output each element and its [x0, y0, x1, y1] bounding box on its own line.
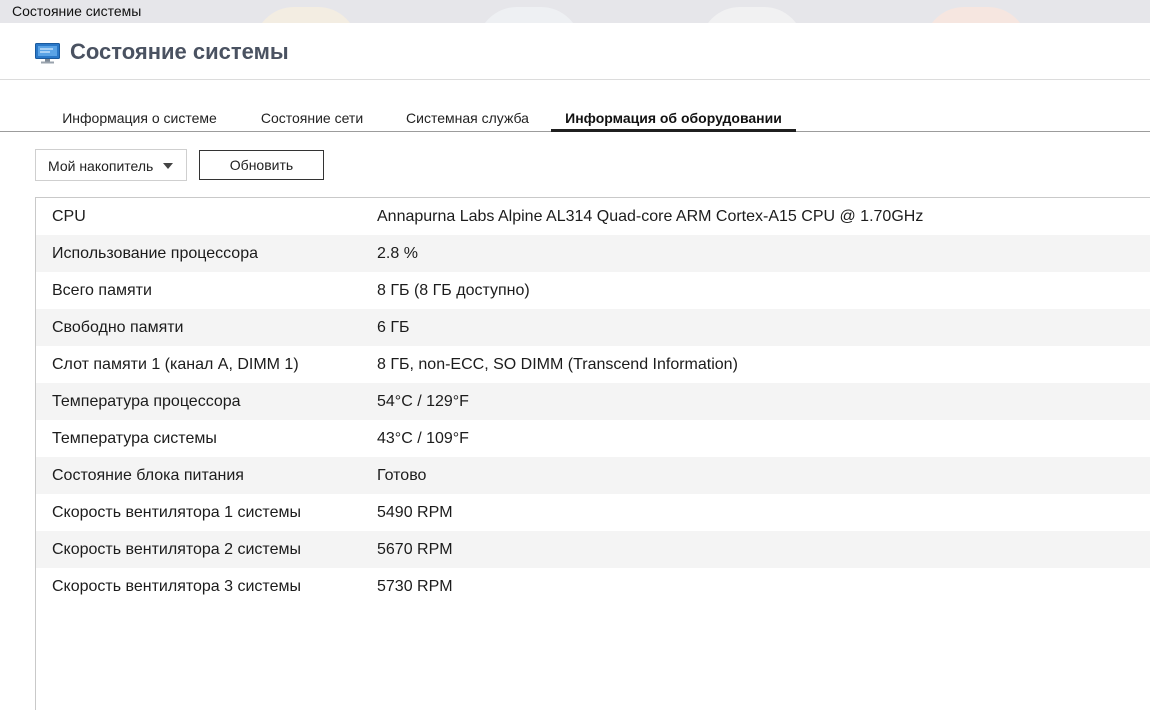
- window-titlebar: Состояние системы: [0, 0, 1150, 23]
- monitor-icon: [35, 43, 60, 64]
- row-value: 2.8 %: [377, 245, 418, 262]
- hardware-info-table: CPU Annapurna Labs Alpine AL314 Quad-cor…: [35, 197, 1150, 710]
- row-label: Скорость вентилятора 1 системы: [52, 504, 301, 521]
- row-value: 43°C / 109°F: [377, 430, 469, 447]
- dock-app-shape: [477, 7, 581, 23]
- window-title: Состояние системы: [12, 3, 142, 19]
- row-label: Скорость вентилятора 3 системы: [52, 578, 301, 595]
- table-row: Состояние блока питания Готово: [36, 457, 1150, 494]
- row-value: Annapurna Labs Alpine AL314 Quad-core AR…: [377, 208, 924, 225]
- row-label: Свободно памяти: [52, 319, 184, 336]
- refresh-button[interactable]: Обновить: [199, 150, 324, 180]
- table-row: Использование процессора 2.8 %: [36, 235, 1150, 272]
- tab-bar: Информация о системе Состояние сети Сист…: [0, 80, 1150, 132]
- row-label: Слот памяти 1 (канал A, DIMM 1): [52, 356, 299, 373]
- row-value: 5730 RPM: [377, 578, 453, 595]
- dock-app-shape: [700, 7, 804, 23]
- row-label: Состояние блока питания: [52, 467, 244, 484]
- row-label: Температура системы: [52, 430, 217, 447]
- row-label: Всего памяти: [52, 282, 152, 299]
- row-value: 5670 RPM: [377, 541, 453, 558]
- row-label: Температура процессора: [52, 393, 241, 410]
- table-row: Скорость вентилятора 3 системы 5730 RPM: [36, 568, 1150, 605]
- device-select[interactable]: Мой накопитель: [35, 149, 187, 181]
- tab-hardware-info[interactable]: Информация об оборудовании: [551, 110, 796, 132]
- row-value: 5490 RPM: [377, 504, 453, 521]
- page-title: Состояние системы: [70, 39, 289, 64]
- table-row: Слот памяти 1 (канал A, DIMM 1) 8 ГБ, no…: [36, 346, 1150, 383]
- tab-network-status[interactable]: Состояние сети: [250, 110, 374, 132]
- row-label: CPU: [52, 208, 86, 225]
- chevron-down-icon: [163, 163, 173, 169]
- dock-app-shape: [254, 7, 358, 23]
- row-value: 54°C / 129°F: [377, 393, 469, 410]
- table-row: Всего памяти 8 ГБ (8 ГБ доступно): [36, 272, 1150, 309]
- row-value: 6 ГБ: [377, 319, 410, 336]
- table-row: Температура процессора 54°C / 129°F: [36, 383, 1150, 420]
- device-select-value: Мой накопитель: [48, 158, 154, 174]
- row-value: 8 ГБ, non-ECC, SO DIMM (Transcend Inform…: [377, 356, 738, 373]
- table-row: CPU Annapurna Labs Alpine AL314 Quad-cor…: [36, 198, 1150, 235]
- table-row: Скорость вентилятора 2 системы 5670 RPM: [36, 531, 1150, 568]
- tab-system-info[interactable]: Информация о системе: [53, 110, 226, 132]
- table-row: Температура системы 43°C / 109°F: [36, 420, 1150, 457]
- row-value: 8 ГБ (8 ГБ доступно): [377, 282, 530, 299]
- row-value: Готово: [377, 467, 427, 484]
- row-label: Скорость вентилятора 2 системы: [52, 541, 301, 558]
- tab-system-service[interactable]: Системная служба: [396, 110, 539, 132]
- app-header: Состояние системы: [0, 23, 1150, 80]
- dock-app-shape: [924, 7, 1028, 23]
- table-row: Скорость вентилятора 1 системы 5490 RPM: [36, 494, 1150, 531]
- row-label: Использование процессора: [52, 245, 258, 262]
- table-row: Свободно памяти 6 ГБ: [36, 309, 1150, 346]
